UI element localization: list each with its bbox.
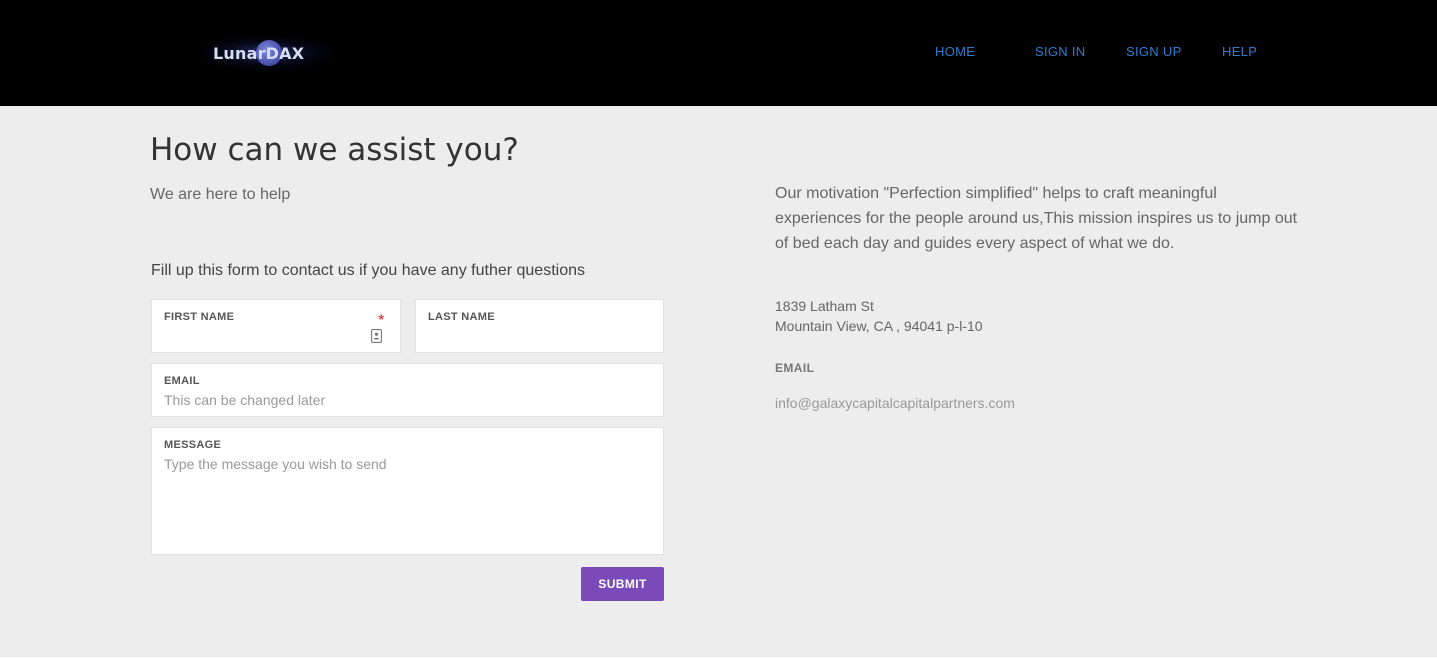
first-name-label: FIRST NAME [164, 311, 235, 323]
message-field[interactable]: MESSAGE [151, 427, 664, 555]
address-line-1: 1839 Latham St [775, 298, 874, 314]
brand-logo[interactable]: LunarDAX [193, 30, 333, 76]
required-indicator: * [378, 311, 384, 327]
page-title: How can we assist you? [150, 132, 519, 168]
contact-card-icon[interactable] [371, 329, 382, 343]
nav-help-link[interactable]: HELP [1222, 44, 1257, 59]
mission-statement: Our motivation "Perfection simplified" h… [775, 185, 1298, 252]
last-name-label: LAST NAME [428, 311, 495, 323]
submit-button[interactable]: SUBMIT [581, 567, 664, 601]
last-name-field[interactable]: LAST NAME [415, 299, 664, 353]
nav-home-link[interactable]: HOME [935, 44, 975, 59]
message-textarea[interactable] [164, 456, 651, 541]
nav-sign-in-link[interactable]: SIGN IN [1035, 44, 1086, 59]
address-line-2: Mountain View, CA , 94041 p-l-10 [775, 318, 983, 334]
last-name-input[interactable] [428, 328, 625, 344]
nav-sign-up-link[interactable]: SIGN UP [1126, 44, 1182, 59]
address-block: 1839 Latham St Mountain View, CA , 94041… [775, 296, 983, 336]
first-name-field[interactable]: FIRST NAME * [151, 299, 401, 353]
first-name-input[interactable] [164, 328, 362, 344]
contact-email-link[interactable]: info@galaxycapitalcapitalpartners.com [775, 395, 1015, 411]
email-heading: EMAIL [775, 361, 815, 375]
brand-name: LunarDAX [213, 44, 305, 63]
email-field[interactable]: EMAIL [151, 363, 664, 417]
page-subtitle: We are here to help [150, 186, 291, 203]
top-navbar: LunarDAX HOME SIGN IN SIGN UP HELP [0, 0, 1437, 106]
email-label: EMAIL [164, 375, 200, 387]
message-label: MESSAGE [164, 439, 222, 451]
form-intro-text: Fill up this form to contact us if you h… [151, 262, 585, 279]
email-input[interactable] [164, 392, 625, 408]
